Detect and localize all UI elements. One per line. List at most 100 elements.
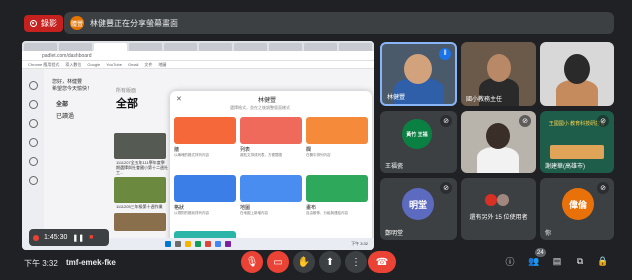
camera-toggle-button[interactable]: ▭: [267, 251, 289, 273]
presentation-banner: 體豐 林健豐正在分享螢幕畫面: [64, 12, 614, 34]
format-preview: [240, 117, 302, 144]
present-icon: ⬆: [325, 256, 335, 268]
rail-icon: [28, 176, 38, 185]
participant-tile-self[interactable]: 偉倫 ⊘ 你: [540, 178, 614, 240]
mic-off-icon: ⊘: [440, 182, 452, 194]
format-preview: [306, 175, 368, 202]
nav-recent: 已讀過: [56, 114, 75, 120]
format-label: 地圖: [240, 205, 251, 211]
participant-tile[interactable]: ⦀ 林健豐: [380, 42, 457, 106]
stop-icon[interactable]: ■: [89, 234, 93, 241]
more-options-button[interactable]: ⋮: [345, 251, 367, 273]
format-preview: [240, 175, 302, 202]
participant-tile[interactable]: ⊘: [461, 111, 536, 173]
chat-button[interactable]: ▤: [550, 254, 564, 268]
participant-tile[interactable]: [540, 42, 614, 106]
app-icon: [205, 241, 211, 247]
presenter-avatar: 體豐: [70, 16, 84, 30]
thumbnail-caption: 1111207全五年111學年度學期選擇與社會國小第十二週社工...: [116, 160, 168, 175]
participant-tile-others[interactable]: 還有另外 15 位使用者: [461, 178, 536, 240]
people-icon: 👥: [528, 255, 540, 266]
activities-icon: ⧉: [576, 255, 584, 266]
format-card-map[interactable]: 地圖 在地圖上新增內容: [240, 175, 302, 215]
format-card-wall[interactable]: 牆 以磚塊的格式排列內容: [174, 117, 236, 157]
format-card-grid[interactable]: 格狀 以規則的格狀排列內容: [174, 175, 236, 215]
hang-up-icon: ☎: [375, 256, 389, 268]
padlet-rail: [22, 69, 44, 238]
participant-tile[interactable]: 黃竹 王福 ⊘ 王福瓷: [380, 111, 457, 173]
bookmark: 地圖: [158, 61, 167, 67]
participant-avatar: [485, 194, 497, 206]
participant-name: 國小教務主任: [466, 97, 503, 103]
lock-icon: 🔒: [597, 255, 609, 266]
app-icon: [225, 241, 231, 247]
start-icon: [165, 241, 171, 247]
present-button[interactable]: ⬆: [319, 251, 341, 273]
mic-off-icon: ⊘: [597, 182, 609, 194]
shared-screen[interactable]: padlet.com/dashboard Chrome 應用程式 導入數位 Go…: [22, 41, 374, 250]
speaking-icon: ⦀: [439, 48, 451, 60]
pause-icon[interactable]: ❚❚: [72, 234, 84, 242]
modal-title: 林健豐: [258, 98, 277, 104]
record-dot-icon: [33, 234, 39, 241]
participant-tile[interactable]: 國小教務主任: [461, 42, 536, 106]
browser-tab: [234, 43, 267, 51]
rail-icon: [28, 157, 38, 166]
browser-tab: [59, 43, 92, 51]
participant-tile[interactable]: 王國國小 教育科技研討會 ⊘ 謝建華(高雄市): [540, 111, 614, 173]
people-count-badge: 24: [535, 248, 546, 257]
participant-name: 鄭明堂: [385, 231, 404, 237]
bookmark: YouTube: [106, 62, 122, 67]
participant-avatar: 明堂: [402, 188, 434, 220]
rail-icon: [28, 138, 38, 147]
participant-tile[interactable]: 明堂 ⊘ 鄭明堂: [380, 178, 457, 240]
mic-off-icon: ⊘: [597, 115, 609, 127]
rail-icon: [28, 100, 38, 109]
mic-toggle-button[interactable]: 🎙: [241, 251, 263, 273]
more-vert-icon: ⋮: [351, 256, 361, 268]
mic-off-icon: 🎙: [245, 256, 259, 268]
mic-off-icon: ⊘: [519, 115, 531, 127]
recording-indicator[interactable]: 錄影: [24, 15, 63, 32]
format-label: 畫布: [306, 205, 317, 211]
record-icon: [30, 20, 37, 27]
modal-subtitle: 選擇格式，並在之後調整版面樣式: [230, 105, 290, 110]
nav-all: 全部: [56, 102, 69, 108]
record-label: 錄影: [41, 19, 57, 28]
bookmark: Gmail: [127, 62, 139, 67]
format-card-list[interactable]: 列表 將貼文排成列表，方便閱讀: [240, 117, 302, 157]
chat-icon: ▤: [552, 255, 562, 266]
browser-tab: [199, 43, 232, 51]
leave-call-button[interactable]: ☎: [368, 251, 396, 273]
meeting-details-button[interactable]: ⓘ: [503, 254, 517, 268]
browser-tab-active: [94, 43, 127, 51]
bookmark: Chrome 應用程式: [28, 61, 60, 67]
bookmark: 導入數位: [65, 61, 82, 67]
tile-graphic: [550, 145, 604, 159]
close-icon[interactable]: ✕: [176, 95, 182, 103]
format-card-canvas[interactable]: 畫布 自由散佈、分組與連結內容: [306, 175, 368, 215]
participant-name: 林健豐: [387, 95, 406, 101]
format-desc: 將貼文排成列表，方便閱讀: [240, 153, 282, 157]
timer-value: 1:45:30: [44, 234, 68, 241]
format-preview: [174, 175, 236, 202]
padlet-greeting: 您好，林健豐 希望您今天愉快！: [52, 79, 92, 92]
person-video: [486, 123, 510, 149]
meeting-code[interactable]: tmf-emek-fke: [66, 258, 116, 267]
participant-avatar: 黃竹 王福: [402, 119, 432, 149]
participant-name: 謝建華(高雄市): [545, 164, 585, 170]
format-card-columns[interactable]: 欄 在欄中排列內容: [306, 117, 368, 157]
activities-button[interactable]: ⧉: [573, 254, 587, 268]
format-label: 欄: [306, 147, 312, 153]
others-count-label: 還有另外 15 位使用者: [469, 215, 528, 221]
raise-hand-button[interactable]: ✋: [293, 251, 315, 273]
main-title: 全部: [116, 98, 138, 110]
format-label: 列表: [240, 147, 251, 153]
folder-icon: [185, 241, 191, 247]
participant-name: 王福瓷: [385, 164, 404, 170]
host-controls-button[interactable]: 🔒: [596, 254, 610, 268]
format-label: 格狀: [174, 205, 185, 211]
chrome-icon: [195, 241, 201, 247]
format-desc: 以規則的格狀排列內容: [174, 211, 209, 215]
person-video: [487, 54, 511, 82]
